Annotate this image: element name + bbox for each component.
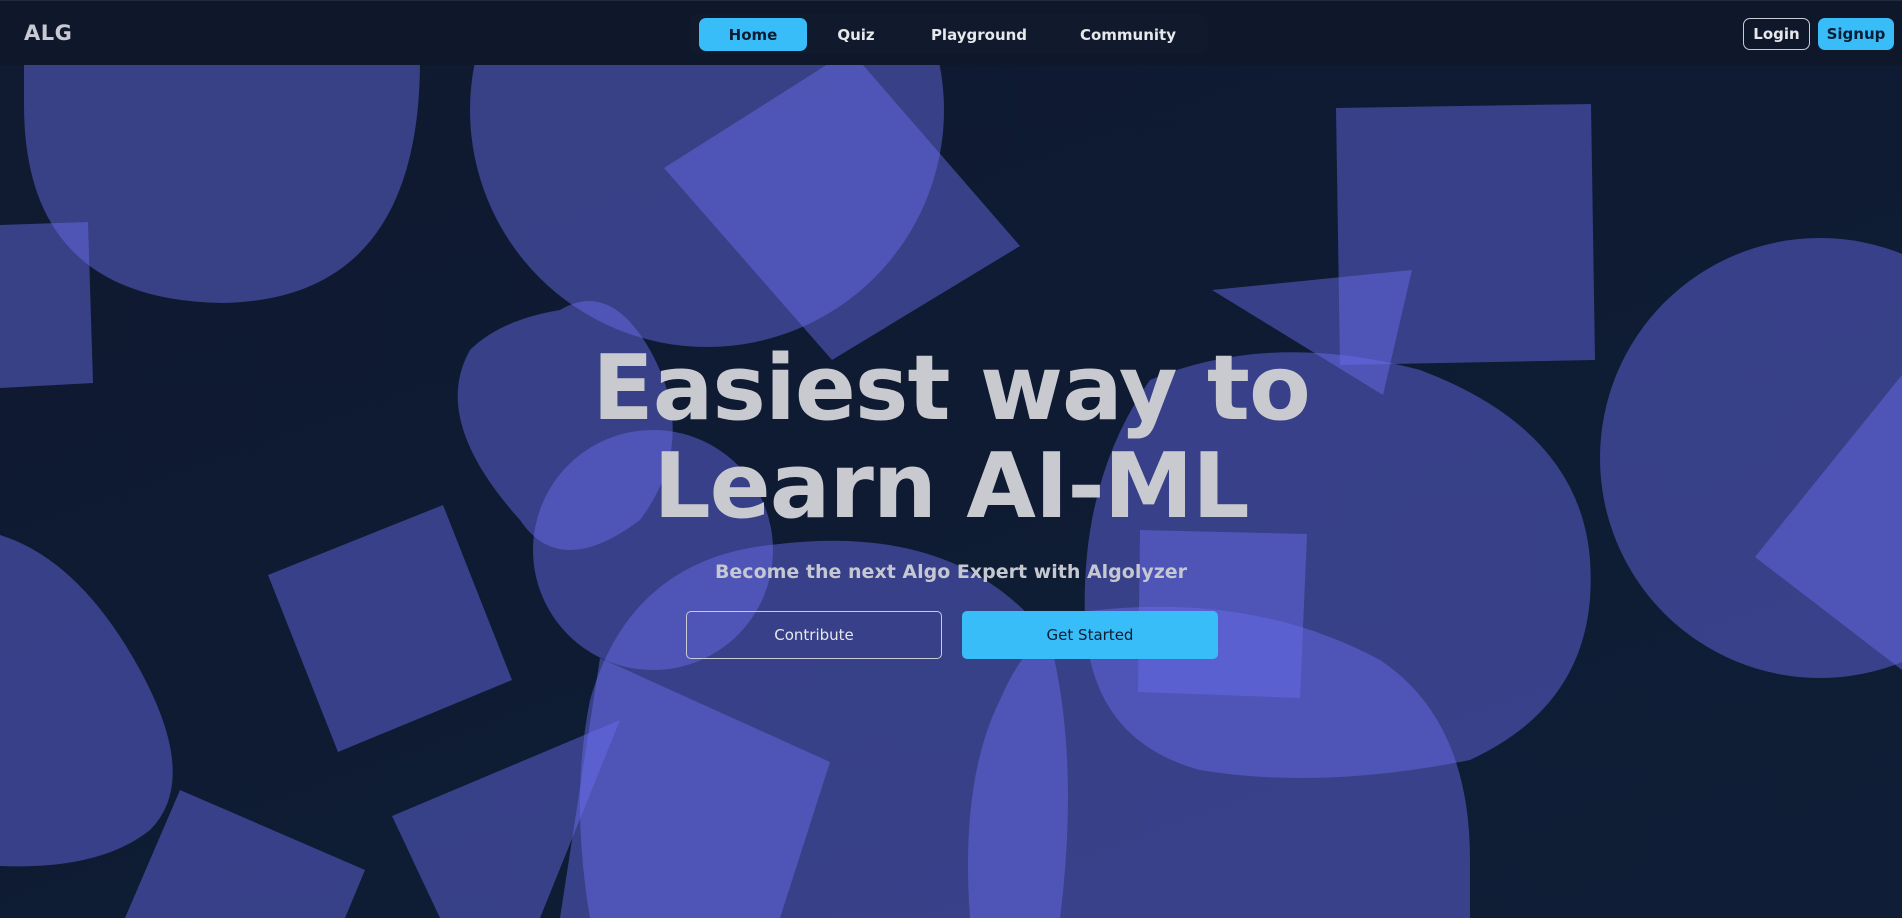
hero-title-line1: Easiest way to — [592, 336, 1311, 441]
nav-item-quiz[interactable]: Quiz — [817, 18, 895, 51]
get-started-button[interactable]: Get Started — [962, 611, 1218, 659]
signup-button[interactable]: Signup — [1818, 18, 1894, 50]
landing-page: ALG Home Quiz Playground Community Login… — [0, 0, 1902, 918]
contribute-button[interactable]: Contribute — [686, 611, 942, 659]
hero-title: Easiest way to Learn AI-ML — [480, 340, 1422, 536]
login-button[interactable]: Login — [1743, 18, 1810, 50]
nav-item-playground[interactable]: Playground — [910, 18, 1048, 51]
nav-item-community[interactable]: Community — [1063, 18, 1193, 51]
hero-title-line2: Learn AI-ML — [653, 434, 1249, 539]
nav-item-home[interactable]: Home — [699, 18, 807, 51]
bg-shape — [0, 222, 93, 388]
bg-shape — [268, 505, 512, 752]
hero-subtitle: Become the next Algo Expert with Algolyz… — [714, 561, 1188, 583]
brand-logo[interactable]: ALG — [24, 21, 72, 45]
top-navbar: ALG Home Quiz Playground Community Login… — [0, 0, 1902, 65]
bg-shape — [0, 535, 173, 867]
